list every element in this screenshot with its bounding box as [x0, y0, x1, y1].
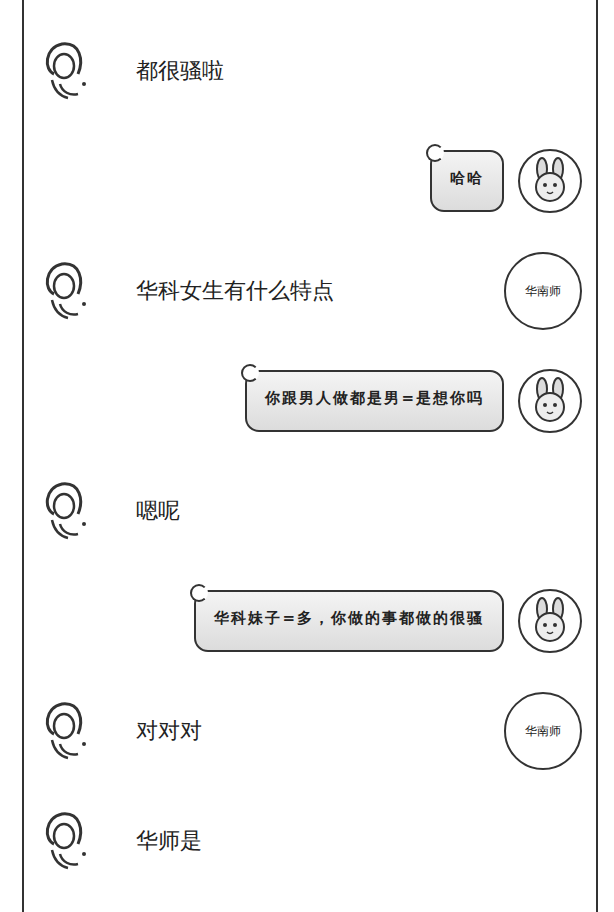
chat-row: 华科妹子=多，你做的事都做的很骚: [24, 570, 596, 672]
sender-avatar[interactable]: [518, 369, 582, 433]
chat-row: 哈哈: [24, 130, 596, 232]
bubble-curl: [241, 364, 259, 382]
sender-avatar[interactable]: [518, 589, 582, 653]
chat-row: 华师是: [24, 790, 596, 892]
chat-row: 都很骚啦: [24, 20, 596, 122]
chat-row: 华科女生有什么特点华南师: [24, 240, 596, 342]
school-badge[interactable]: 华南师: [504, 252, 582, 330]
bubble-curl: [190, 584, 208, 602]
chat-row: 你跟男人做都是男=是想你吗: [24, 350, 596, 452]
chat-frame: 都很骚啦哈哈华科女生有什么特点华南师你跟男人做都是男=是想你吗嗯呢华科妹子=多，…: [22, 0, 598, 912]
girl-avatar-icon: [40, 260, 90, 322]
received-text: 都很骚啦: [104, 56, 582, 86]
bubble-curl: [426, 144, 444, 162]
school-badge[interactable]: 华南师: [504, 692, 582, 770]
sent-bubble: 你跟男人做都是男=是想你吗: [245, 370, 504, 432]
received-text: 华科女生有什么特点: [104, 276, 490, 306]
chat-row: 对对对华南师: [24, 680, 596, 782]
received-text: 华师是: [104, 826, 582, 856]
bunny-avatar-icon: [528, 157, 572, 205]
bunny-avatar-icon: [528, 377, 572, 425]
chat-row: 嗯呢: [24, 460, 596, 562]
girl-avatar-icon: [40, 40, 90, 102]
girl-avatar-icon: [40, 810, 90, 872]
bunny-avatar-icon: [528, 597, 572, 645]
girl-avatar-icon: [40, 700, 90, 762]
received-text: 嗯呢: [104, 496, 582, 526]
sent-bubble: 哈哈: [430, 150, 504, 212]
sent-bubble: 华科妹子=多，你做的事都做的很骚: [194, 590, 504, 652]
received-text: 对对对: [104, 716, 490, 746]
sender-avatar[interactable]: [518, 149, 582, 213]
girl-avatar-icon: [40, 480, 90, 542]
